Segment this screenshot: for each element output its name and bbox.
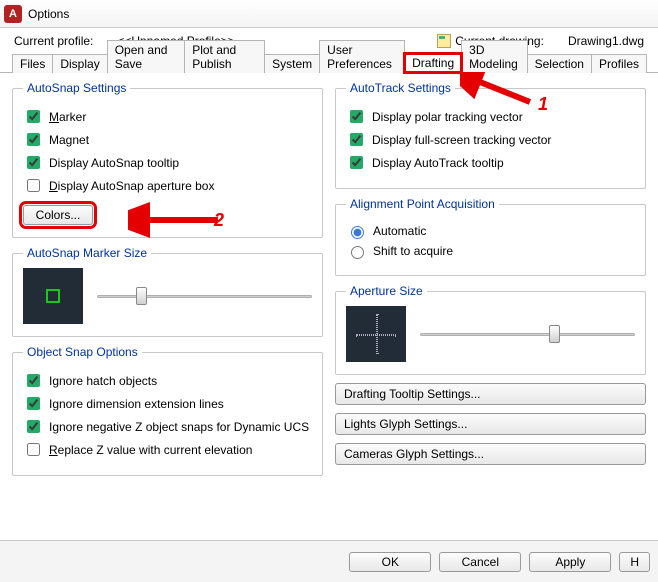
marker-size-group: AutoSnap Marker Size bbox=[12, 246, 323, 337]
tab-user-preferences[interactable]: User Preferences bbox=[319, 40, 405, 73]
ignore-dimext-label: Ignore dimension extension lines bbox=[49, 397, 224, 411]
autosnap-tooltip-checkbox[interactable] bbox=[27, 156, 40, 169]
aperture-size-group: Aperture Size bbox=[335, 284, 646, 375]
object-snap-options-group: Object Snap Options Ignore hatch objects… bbox=[12, 345, 323, 476]
ignore-dimext-checkbox[interactable] bbox=[27, 397, 40, 410]
alignment-acquisition-group: Alignment Point Acquisition Automatic Sh… bbox=[335, 197, 646, 276]
tab-strip: Files Display Open and Save Plot and Pub… bbox=[0, 50, 658, 73]
autotrack-legend: AutoTrack Settings bbox=[346, 81, 455, 95]
shift-acquire-label: Shift to acquire bbox=[373, 244, 453, 258]
replace-z-label: Replace Z value with current elevation bbox=[49, 443, 252, 457]
aperture-preview bbox=[346, 306, 406, 362]
automatic-radio[interactable] bbox=[351, 226, 364, 239]
aperture-size-slider[interactable] bbox=[420, 323, 635, 345]
autosnap-legend: AutoSnap Settings bbox=[23, 81, 130, 95]
profile-label: Current profile: bbox=[14, 34, 93, 48]
shift-acquire-radio[interactable] bbox=[351, 246, 364, 259]
drawing-icon bbox=[437, 34, 451, 48]
title-bar: A Options bbox=[0, 0, 658, 28]
object-snap-legend: Object Snap Options bbox=[23, 345, 142, 359]
window-title: Options bbox=[28, 7, 69, 21]
marker-size-legend: AutoSnap Marker Size bbox=[23, 246, 151, 260]
ignore-negz-label: Ignore negative Z object snaps for Dynam… bbox=[49, 420, 309, 434]
marker-label: Marker bbox=[49, 110, 86, 124]
autosnap-tooltip-label: Display AutoSnap tooltip bbox=[49, 156, 179, 170]
autotrack-settings-group: AutoTrack Settings Display polar trackin… bbox=[335, 81, 646, 189]
colors-button[interactable]: Colors... bbox=[23, 205, 93, 225]
polar-vector-label: Display polar tracking vector bbox=[372, 110, 523, 124]
lights-glyph-settings-button[interactable]: Lights Glyph Settings... bbox=[335, 413, 646, 435]
fullscreen-vector-checkbox[interactable] bbox=[350, 133, 363, 146]
ignore-hatch-checkbox[interactable] bbox=[27, 374, 40, 387]
ok-button[interactable]: OK bbox=[349, 552, 431, 572]
marker-size-slider[interactable] bbox=[97, 285, 312, 307]
aperture-size-legend: Aperture Size bbox=[346, 284, 427, 298]
tab-selection[interactable]: Selection bbox=[527, 54, 592, 73]
autotrack-tooltip-label: Display AutoTrack tooltip bbox=[372, 156, 504, 170]
cancel-button[interactable]: Cancel bbox=[439, 552, 521, 572]
magnet-checkbox[interactable] bbox=[27, 133, 40, 146]
autosnap-settings-group: AutoSnap Settings Marker Magnet Display … bbox=[12, 81, 323, 238]
aperture-box-checkbox[interactable] bbox=[27, 179, 40, 192]
polar-vector-checkbox[interactable] bbox=[350, 110, 363, 123]
replace-z-checkbox[interactable] bbox=[27, 443, 40, 456]
app-icon: A bbox=[4, 5, 22, 23]
tab-system[interactable]: System bbox=[264, 54, 320, 73]
tab-3d-modeling[interactable]: 3D Modeling bbox=[461, 40, 527, 73]
drawing-value: Drawing1.dwg bbox=[568, 34, 644, 48]
magnet-label: Magnet bbox=[49, 133, 89, 147]
cameras-glyph-settings-button[interactable]: Cameras Glyph Settings... bbox=[335, 443, 646, 465]
tab-drafting[interactable]: Drafting bbox=[404, 53, 462, 73]
ignore-negz-checkbox[interactable] bbox=[27, 420, 40, 433]
marker-checkbox[interactable] bbox=[27, 110, 40, 123]
aperture-box-label: Display AutoSnap aperture box bbox=[49, 179, 214, 193]
tab-profiles[interactable]: Profiles bbox=[591, 54, 647, 73]
marker-size-preview bbox=[23, 268, 83, 324]
dialog-button-bar: OK Cancel Apply H bbox=[0, 540, 658, 582]
ignore-hatch-label: Ignore hatch objects bbox=[49, 374, 157, 388]
tab-plot-and-publish[interactable]: Plot and Publish bbox=[184, 40, 265, 73]
fullscreen-vector-label: Display full-screen tracking vector bbox=[372, 133, 551, 147]
apply-button[interactable]: Apply bbox=[529, 552, 611, 572]
help-button[interactable]: H bbox=[619, 552, 650, 572]
tab-display[interactable]: Display bbox=[52, 54, 107, 73]
automatic-label: Automatic bbox=[373, 224, 426, 238]
alignment-legend: Alignment Point Acquisition bbox=[346, 197, 499, 211]
tab-open-and-save[interactable]: Open and Save bbox=[107, 40, 185, 73]
autotrack-tooltip-checkbox[interactable] bbox=[350, 156, 363, 169]
drafting-tooltip-settings-button[interactable]: Drafting Tooltip Settings... bbox=[335, 383, 646, 405]
tab-files[interactable]: Files bbox=[12, 54, 53, 73]
